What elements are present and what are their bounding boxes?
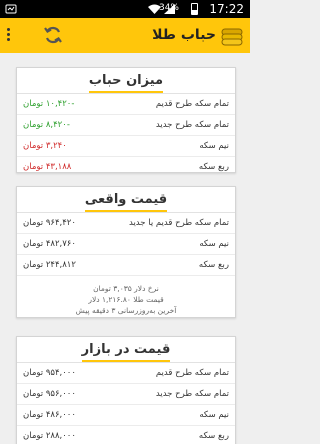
list-item: نیم سکه ۴۸۶,۰۰۰ تومان [17,405,235,426]
row-value: ۴۸۲,۷۶۰ تومان [23,239,76,249]
gold-coins-icon [221,28,243,46]
row-value: ۴۸۶,۰۰۰ تومان [23,410,76,420]
row-label: نیم سکه [199,410,229,420]
status-bar: 34% 17:22 [0,0,250,18]
row-label: تمام سکه طرح قدیم یا جدید [128,218,229,228]
app-bar: حباب طلا [0,18,250,53]
last-update: آخرین به‌روزرسانی ۳ دقیقه پیش [75,306,177,315]
row-label: تمام سکه طرح قدیم [155,99,229,109]
bubble-card: میزان حباب تمام سکه طرح قدیم -۱۰,۴۲۰ توم… [16,67,236,173]
battery-icon [191,3,198,15]
list-item: تمام سکه طرح جدید -۸,۴۲۰ تومان [17,115,235,136]
row-label: تمام سکه طرح جدید [155,120,229,130]
battery-percentage: 34% [158,3,179,13]
list-item: تمام سکه طرح جدید ۹۵۶,۰۰۰ تومان [17,384,235,405]
status-clock: 17:22 [209,2,244,16]
row-value: ۴۳,۱۸۸ تومان [23,162,72,172]
list-item: تمام سکه طرح قدیم یا جدید ۹۶۴,۴۲۰ تومان [17,213,235,234]
row-value: ۲۴۴,۸۱۲ تومان [23,260,76,270]
row-label: تمام سکه طرح جدید [155,389,229,399]
row-label: نیم سکه [199,141,229,151]
row-label: ربع سکه [198,260,229,270]
row-value: -۸,۴۲۰ تومان [23,120,70,130]
market-price-card: قیمت در بازار تمام سکه طرح قدیم ۹۵۴,۰۰۰ … [16,336,236,444]
notification-icon [5,4,17,14]
list-item: تمام سکه طرح قدیم -۱۰,۴۲۰ تومان [17,94,235,115]
list-item: تمام سکه طرح قدیم ۹۵۴,۰۰۰ تومان [17,363,235,384]
list-item: ربع سکه ۲۸۸,۰۰۰ تومان [17,426,235,444]
row-label: ربع سکه [198,162,229,172]
list-item: ربع سکه ۴۳,۱۸۸ تومان [17,157,235,172]
list-item: ربع سکه ۲۴۴,۸۱۲ تومان [17,255,235,276]
row-value: ۹۵۶,۰۰۰ تومان [23,389,76,399]
row-value: ۹۶۴,۴۲۰ تومان [23,218,76,228]
refresh-icon[interactable] [43,25,63,45]
row-label: نیم سکه [199,239,229,249]
list-item: نیم سکه ۳,۲۴۰ تومان [17,136,235,157]
row-value: ۳,۲۴۰ تومان [23,141,67,151]
gold-price: قیمت طلا ۱,۲۱۶.۸۰ دلار [88,295,164,304]
real-price-card: قیمت واقعی تمام سکه طرح قدیم یا جدید ۹۶۴… [16,186,236,318]
row-value: ۹۵۴,۰۰۰ تومان [23,368,76,378]
row-value: ۲۸۸,۰۰۰ تومان [23,431,76,441]
bubble-card-title: میزان حباب [17,68,235,94]
row-label: تمام سکه طرح قدیم [155,368,229,378]
row-label: ربع سکه [198,431,229,441]
market-price-card-title: قیمت در بازار [17,337,235,363]
row-value: -۱۰,۴۲۰ تومان [23,99,75,109]
app-title: حباب طلا [152,27,216,43]
real-price-card-title: قیمت واقعی [17,187,235,213]
menu-icon[interactable] [6,26,12,44]
dollar-rate: نرخ دلار ۳,۰۳۵ تومان [93,284,159,293]
list-item: نیم سکه ۴۸۲,۷۶۰ تومان [17,234,235,255]
price-info: نرخ دلار ۳,۰۳۵ تومان قیمت طلا ۱,۲۱۶.۸۰ د… [17,276,235,317]
